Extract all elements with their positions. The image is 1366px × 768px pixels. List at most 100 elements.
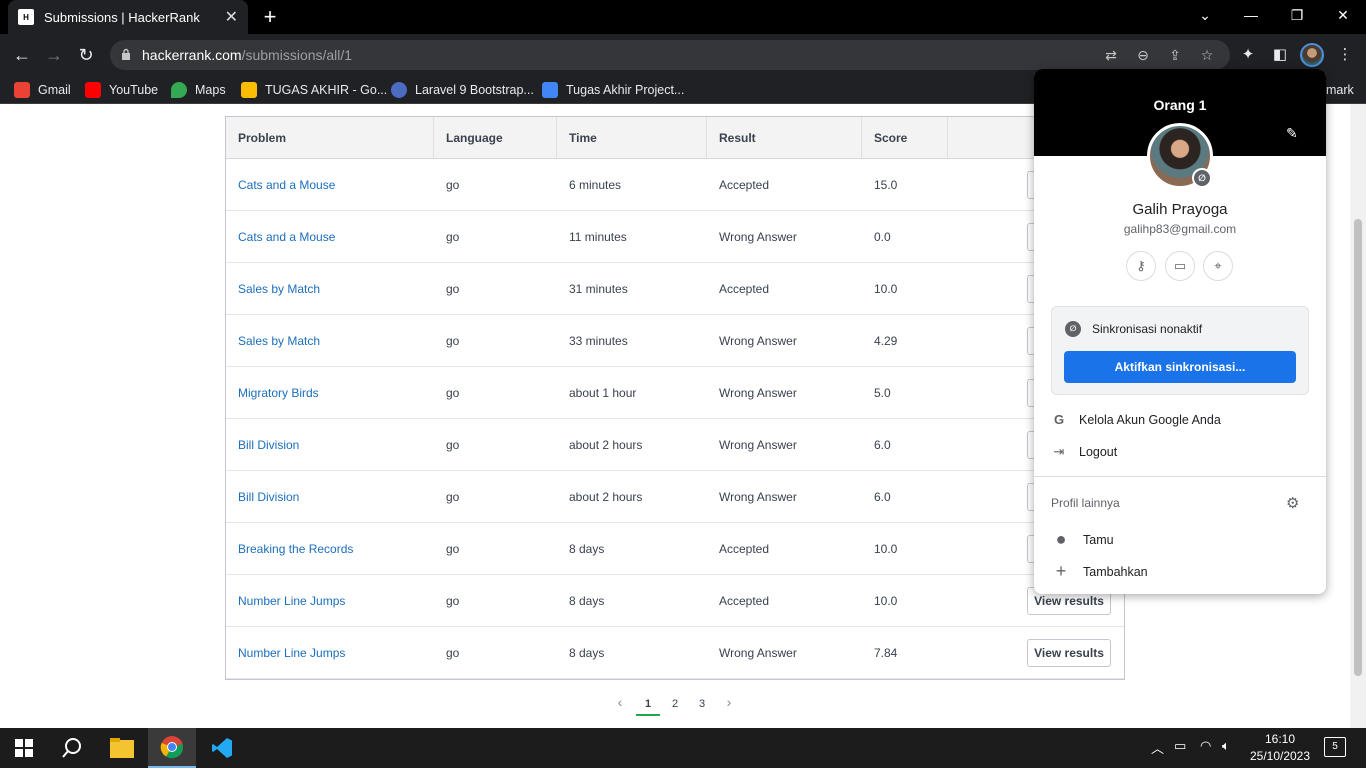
back-icon[interactable]: ←: [9, 42, 35, 68]
minimize-button[interactable]: —: [1228, 0, 1274, 30]
time-cell: 11 minutes: [569, 230, 627, 244]
gmail-icon: [14, 82, 30, 98]
time-cell: 8 days: [569, 594, 605, 608]
notification-center-icon[interactable]: 5: [1324, 737, 1346, 757]
chrome-taskbar-icon[interactable]: [148, 728, 196, 768]
bookmark-youtube[interactable]: YouTube: [85, 82, 158, 98]
pagination-prev[interactable]: ‹: [608, 694, 632, 710]
tab-hackerrank[interactable]: H Submissions | HackerRank ✕: [8, 0, 248, 34]
search-icon[interactable]: [48, 728, 96, 768]
table-row: Cats and a Mouse go 11 minutes Wrong Answer…: [226, 211, 1124, 263]
header-result: Result: [707, 117, 862, 159]
language-cell: go: [446, 490, 460, 504]
problem-link[interactable]: Sales by Match: [226, 263, 320, 315]
score-cell: 10.0: [874, 542, 898, 556]
wifi-icon[interactable]: ◠: [1200, 738, 1211, 754]
table-row: Cats and a Mousego6 minutesAccepted15.0V…: [226, 159, 1124, 211]
tray-chevron-icon[interactable]: ︿: [1151, 738, 1164, 757]
translate-icon[interactable]: ⇄: [1102, 46, 1120, 64]
sidepanel-icon[interactable]: ◧: [1270, 45, 1290, 65]
time-cell: about 2 hours: [569, 490, 643, 504]
address-pin-icon[interactable]: ⌖: [1203, 251, 1233, 281]
profile-avatar-button[interactable]: [1300, 43, 1324, 67]
bookmark-tugas-akhir[interactable]: TUGAS AKHIR - Go...: [241, 82, 387, 98]
sync-status: Sinkronisasi nonaktif: [1092, 322, 1203, 336]
windows-start-icon[interactable]: [0, 728, 48, 768]
view-results-button[interactable]: View results: [1027, 639, 1111, 667]
problem-link[interactable]: Cats and a Mouse: [226, 159, 335, 211]
language-cell: go: [446, 334, 460, 348]
url-text[interactable]: hackerrank.com/submissions/all/1: [142, 47, 352, 63]
password-key-icon[interactable]: ⚷: [1126, 251, 1156, 281]
problem-link[interactable]: Cats and a Mouse: [226, 211, 335, 263]
table-row: Breaking the Records go 8 days Accepted 10.0…: [226, 523, 1124, 575]
volume-icon[interactable]: 🔈︎: [1222, 738, 1230, 754]
battery-icon[interactable]: ▭: [1174, 738, 1186, 754]
file-explorer-icon[interactable]: [98, 728, 146, 768]
header-score: Score: [862, 117, 948, 159]
time-cell: 8 days: [569, 542, 605, 556]
score-cell: 6.0: [874, 490, 891, 504]
problem-link[interactable]: Number Line Jumps: [226, 627, 345, 679]
tab-close-icon[interactable]: ✕: [225, 7, 238, 27]
zoom-icon[interactable]: ⊖: [1134, 46, 1152, 64]
restore-button[interactable]: ❐: [1274, 0, 1320, 30]
bookmark-maps[interactable]: Maps: [171, 82, 226, 98]
time-cell: about 2 hours: [569, 438, 643, 452]
share-icon[interactable]: ⇪: [1166, 46, 1184, 64]
result-cell: Wrong Answer: [719, 230, 797, 244]
react-icon: [391, 82, 407, 98]
forward-icon[interactable]: →: [41, 42, 67, 68]
add-profile-item[interactable]: + Tambahkan: [1051, 561, 1148, 582]
extensions-icon[interactable]: ✦: [1238, 45, 1258, 65]
address-bar[interactable]: hackerrank.com/submissions/all/1 ⇄ ⊖ ⇪ ☆: [110, 40, 1230, 70]
guest-profile-item[interactable]: ● Tamu: [1051, 529, 1114, 550]
bookmarks-overflow[interactable]: mark: [1326, 83, 1354, 97]
bookmark-tugas-akhir-project[interactable]: Tugas Akhir Project...: [542, 82, 684, 98]
result-cell: Wrong Answer: [719, 646, 797, 660]
pagination-next[interactable]: ›: [717, 694, 741, 710]
close-window-button[interactable]: ✕: [1320, 0, 1366, 30]
hackerrank-favicon-icon: H: [18, 9, 34, 25]
table-row: Bill Division go about 2 hours Wrong Answer…: [226, 471, 1124, 523]
problem-link[interactable]: Number Line Jumps: [226, 575, 345, 627]
new-tab-button[interactable]: +: [258, 4, 282, 30]
enable-sync-button[interactable]: Aktifkan sinkronisasi...: [1064, 351, 1296, 383]
payment-card-icon[interactable]: ▭: [1165, 251, 1195, 281]
score-cell: 7.84: [874, 646, 898, 660]
page-scrollbar[interactable]: [1350, 104, 1366, 728]
manage-account-item[interactable]: G Kelola Akun Google Anda: [1051, 412, 1221, 427]
system-clock[interactable]: 16:10 25/10/2023: [1248, 731, 1312, 765]
gear-icon[interactable]: ⚙: [1286, 494, 1299, 512]
score-cell: 15.0: [874, 178, 898, 192]
time-cell: 6 minutes: [569, 178, 622, 192]
tab-search-icon[interactable]: ⌄: [1182, 0, 1228, 30]
reload-icon[interactable]: ↻: [73, 42, 99, 68]
star-icon[interactable]: ☆: [1198, 46, 1216, 64]
docs-icon: [542, 82, 558, 98]
logout-item[interactable]: ⇥ Logout: [1051, 444, 1118, 460]
language-cell: go: [446, 438, 460, 452]
score-cell: 5.0: [874, 386, 891, 400]
bookmark-gmail[interactable]: Gmail: [14, 82, 71, 98]
problem-link[interactable]: Bill Division: [226, 419, 299, 471]
language-cell: go: [446, 594, 460, 608]
problem-link[interactable]: Breaking the Records: [226, 523, 353, 575]
page-2[interactable]: 2: [663, 698, 687, 710]
header-language: Language: [434, 117, 557, 159]
table-row: Number Line Jumps go 8 days Wrong Answer 7.8…: [226, 627, 1124, 679]
result-cell: Wrong Answer: [719, 438, 797, 452]
plus-icon: +: [1055, 561, 1067, 581]
result-cell: Wrong Answer: [719, 334, 797, 348]
vscode-icon[interactable]: [198, 728, 246, 768]
page-1[interactable]: 1: [636, 698, 660, 716]
page-3[interactable]: 3: [690, 698, 714, 710]
scrollbar-thumb[interactable]: [1354, 219, 1362, 676]
bookmark-laravel[interactable]: Laravel 9 Bootstrap...: [391, 82, 534, 98]
problem-link[interactable]: Sales by Match: [226, 315, 320, 367]
edit-pencil-icon[interactable]: ✎: [1286, 125, 1298, 142]
result-cell: Accepted: [719, 594, 770, 608]
problem-link[interactable]: Bill Division: [226, 471, 299, 523]
more-icon[interactable]: ⋮: [1335, 45, 1355, 65]
problem-link[interactable]: Migratory Birds: [226, 367, 319, 419]
